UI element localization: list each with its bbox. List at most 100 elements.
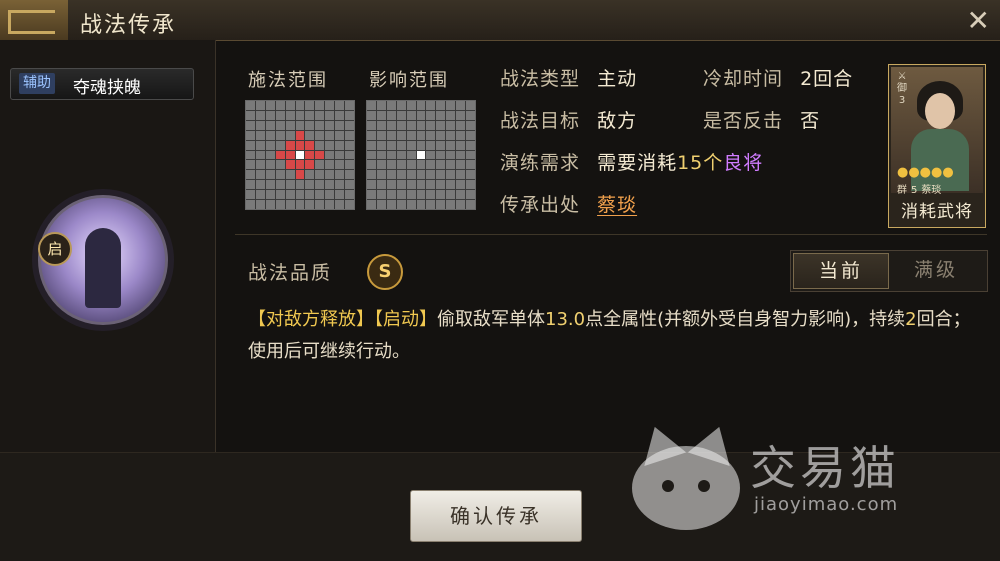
grid-cell bbox=[295, 180, 305, 190]
grid-cell bbox=[367, 180, 376, 190]
grid-cell bbox=[376, 200, 386, 209]
grid-cell bbox=[246, 101, 255, 110]
grid-cell bbox=[396, 160, 406, 170]
grid-cell bbox=[446, 190, 456, 200]
grid-cell bbox=[295, 130, 305, 140]
requirement-item: 良将 bbox=[723, 152, 764, 174]
grid-cell bbox=[275, 190, 285, 200]
grid-cell bbox=[386, 160, 396, 170]
grid-cell bbox=[246, 120, 255, 130]
grid-cell bbox=[246, 200, 255, 209]
grid-cell bbox=[275, 110, 285, 120]
hero-type: 御 bbox=[897, 83, 907, 94]
grid-cell bbox=[246, 130, 255, 140]
grid-cell bbox=[315, 150, 325, 160]
skill-type-badge: 启 bbox=[38, 232, 72, 266]
grid-cell bbox=[396, 101, 406, 110]
grid-cell bbox=[295, 150, 305, 160]
grid-cell bbox=[246, 190, 255, 200]
grid-cell bbox=[466, 190, 475, 200]
grid-cell bbox=[265, 101, 275, 110]
effect-range-label: 影响范围 bbox=[369, 70, 449, 91]
grid-cell bbox=[295, 120, 305, 130]
grid-cell bbox=[325, 150, 335, 160]
grid-cell bbox=[386, 110, 396, 120]
figure-silhouette-icon bbox=[85, 228, 121, 308]
grid-cell bbox=[386, 190, 396, 200]
grid-cell bbox=[416, 130, 426, 140]
grid-cell bbox=[367, 200, 376, 209]
grid-cell bbox=[466, 150, 475, 160]
grid-cell bbox=[446, 180, 456, 190]
grid-cell bbox=[265, 160, 275, 170]
close-icon[interactable]: ✕ bbox=[967, 4, 990, 37]
grid-cell bbox=[255, 140, 265, 150]
consume-hero-label: 消耗武将 bbox=[901, 202, 973, 222]
grid-cell bbox=[436, 120, 446, 130]
grid-cell bbox=[416, 150, 426, 160]
grid-cell bbox=[246, 110, 255, 120]
grid-cell bbox=[315, 120, 325, 130]
grid-cell bbox=[275, 180, 285, 190]
grid-cell bbox=[426, 190, 436, 200]
hero-type-level: ⚔ 御 3 bbox=[895, 71, 909, 107]
grid-cell bbox=[255, 180, 265, 190]
grid-cell bbox=[275, 101, 285, 110]
grid-cell bbox=[406, 200, 416, 209]
grid-cell bbox=[456, 110, 466, 120]
target-label: 战法目标 bbox=[500, 110, 581, 132]
grid-cell bbox=[335, 140, 345, 150]
grid-cell bbox=[416, 110, 426, 120]
grid-cell bbox=[295, 110, 305, 120]
grid-cell bbox=[315, 170, 325, 180]
confirm-inherit-button[interactable]: 确认传承 bbox=[410, 490, 582, 542]
info-source: 传承出处 蔡琰 bbox=[500, 190, 637, 217]
grid-cell bbox=[466, 160, 475, 170]
effect-range-grid bbox=[366, 100, 476, 210]
grid-cell bbox=[305, 180, 315, 190]
toggle-current[interactable]: 当前 bbox=[793, 253, 889, 289]
grid-cell bbox=[305, 160, 315, 170]
grid-cell bbox=[376, 160, 386, 170]
source-label: 传承出处 bbox=[500, 194, 581, 216]
grid-cell bbox=[376, 101, 386, 110]
grid-cell bbox=[456, 140, 466, 150]
grid-cell bbox=[325, 101, 335, 110]
grid-cell bbox=[275, 200, 285, 209]
grid-cell bbox=[335, 110, 345, 120]
grid-cell bbox=[396, 130, 406, 140]
grid-cell bbox=[386, 120, 396, 130]
grid-cell bbox=[416, 170, 426, 180]
grid-cell bbox=[396, 150, 406, 160]
grid-cell bbox=[295, 170, 305, 180]
grid-cell bbox=[436, 140, 446, 150]
type-label: 战法类型 bbox=[500, 68, 581, 90]
grid-cell bbox=[386, 101, 396, 110]
grid-cell bbox=[456, 120, 466, 130]
hero-card[interactable]: ⚔ 御 3 ●●●●● 群 5 蔡琰 消耗武将 bbox=[888, 64, 986, 228]
crossed-swords-icon: ⚔ bbox=[897, 71, 907, 82]
grid-cell bbox=[285, 120, 295, 130]
grid-cell bbox=[367, 160, 376, 170]
grid-cell bbox=[315, 200, 325, 209]
grid-cell bbox=[325, 200, 335, 209]
toggle-max[interactable]: 满级 bbox=[889, 253, 983, 287]
grid-cell bbox=[325, 120, 335, 130]
desc-number-2: 2 bbox=[905, 309, 917, 330]
grid-cell bbox=[426, 120, 436, 130]
grid-cell bbox=[416, 180, 426, 190]
grid-cell bbox=[466, 130, 475, 140]
grid-cell bbox=[367, 140, 376, 150]
source-link[interactable]: 蔡琰 bbox=[597, 194, 637, 216]
grid-cell bbox=[246, 180, 255, 190]
grid-cell bbox=[416, 101, 426, 110]
grid-cell bbox=[285, 140, 295, 150]
grid-cell bbox=[466, 140, 475, 150]
grid-cell bbox=[436, 170, 446, 180]
grid-cell bbox=[285, 101, 295, 110]
grid-cell bbox=[255, 200, 265, 209]
grid-cell bbox=[285, 200, 295, 209]
grid-cell bbox=[376, 150, 386, 160]
grid-cell bbox=[275, 130, 285, 140]
cooldown-label: 冷却时间 bbox=[703, 68, 784, 90]
